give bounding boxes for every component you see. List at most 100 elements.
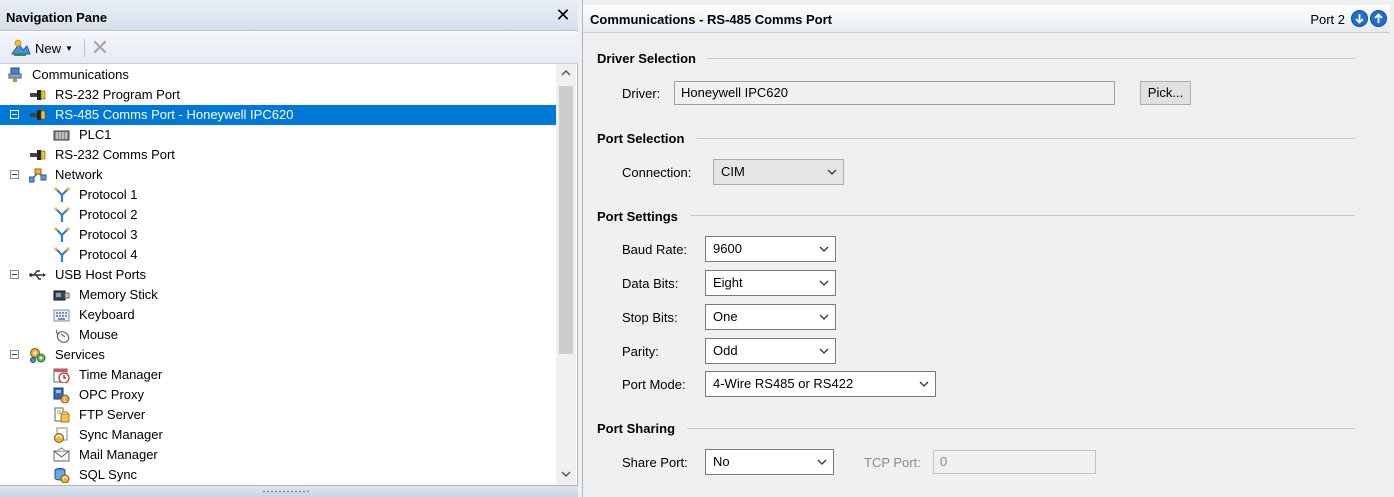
parity-label: Parity: bbox=[622, 344, 659, 359]
share-port-label: Share Port: bbox=[622, 455, 688, 470]
tree-item[interactable]: Protocol 3 bbox=[0, 225, 556, 245]
opc-proxy-icon: L bbox=[53, 387, 70, 403]
next-port-button[interactable] bbox=[1351, 10, 1368, 27]
tree-item-label: OPC Proxy bbox=[79, 387, 145, 402]
tree-item[interactable]: RS-485 Comms Port - Honeywell IPC620 bbox=[0, 105, 556, 125]
tree-item[interactable]: Time Manager bbox=[0, 365, 556, 385]
tcp-port-label: TCP Port: bbox=[864, 455, 921, 470]
tree-item-label: RS-232 Comms Port bbox=[55, 147, 175, 162]
connection-label: Connection: bbox=[622, 165, 692, 180]
keyboard-icon bbox=[53, 309, 70, 322]
scroll-down-icon[interactable] bbox=[556, 465, 576, 485]
pick-driver-button[interactable]: Pick... bbox=[1140, 81, 1191, 105]
tree-item[interactable]: Protocol 2 bbox=[0, 205, 556, 225]
chevron-down-icon bbox=[827, 169, 837, 175]
navigation-pane: Navigation Pane ✕ New ▼ ✕ Communications… bbox=[0, 0, 578, 497]
port-indicator: Port 2 bbox=[1310, 12, 1345, 27]
tree-item[interactable]: FTP Server bbox=[0, 405, 556, 425]
time-manager-icon bbox=[53, 368, 70, 383]
share-port-value: No bbox=[713, 454, 730, 469]
new-button-label: New bbox=[35, 40, 62, 56]
connection-select[interactable]: CIM bbox=[713, 159, 844, 185]
tree-item-label: FTP Server bbox=[79, 407, 146, 422]
chevron-down-icon bbox=[819, 348, 829, 354]
tree-item[interactable]: Protocol 4 bbox=[0, 245, 556, 265]
tree-scrollbar[interactable] bbox=[556, 64, 576, 485]
section-divider bbox=[690, 215, 1355, 216]
tree-item[interactable]: Keyboard bbox=[0, 305, 556, 325]
properties-header: Communications - RS-485 Comms Port Port … bbox=[583, 5, 1390, 33]
close-icon[interactable]: ✕ bbox=[555, 6, 571, 24]
stop-bits-value: One bbox=[713, 309, 738, 324]
network-icon bbox=[29, 168, 47, 183]
sql-sync-icon bbox=[54, 468, 70, 483]
protocol-icon bbox=[54, 187, 70, 202]
comms-icon bbox=[8, 67, 22, 82]
tree-item-label: RS-485 Comms Port - Honeywell IPC620 bbox=[55, 107, 294, 122]
navigation-tree: Communications RS-232 Program Port RS-485 … bbox=[0, 64, 556, 485]
baud-rate-value: 9600 bbox=[713, 241, 742, 256]
collapse-toggle-icon[interactable] bbox=[10, 110, 19, 119]
tree-item[interactable]: Mail Manager bbox=[0, 445, 556, 465]
serial-port-icon bbox=[30, 90, 46, 100]
data-bits-label: Data Bits: bbox=[622, 276, 679, 291]
dropdown-caret-icon: ▼ bbox=[65, 43, 73, 53]
new-item-icon bbox=[11, 39, 31, 56]
collapse-toggle-icon[interactable] bbox=[10, 350, 19, 359]
chevron-down-icon bbox=[819, 246, 829, 252]
baud-rate-label: Baud Rate: bbox=[622, 242, 688, 257]
driver-field[interactable]: Honeywell IPC620 bbox=[674, 81, 1115, 105]
data-bits-select[interactable]: Eight bbox=[705, 270, 836, 296]
arrow-up-icon bbox=[1374, 13, 1383, 23]
tree-item[interactable]: Protocol 1 bbox=[0, 185, 556, 205]
previous-port-button[interactable] bbox=[1370, 10, 1387, 27]
tree-item[interactable]: Services bbox=[0, 345, 556, 365]
tree-item[interactable]: Communications bbox=[0, 65, 556, 85]
chevron-down-icon bbox=[817, 459, 827, 465]
navigation-pane-title: Navigation Pane bbox=[6, 10, 108, 25]
tree-item[interactable]: PLC1 bbox=[0, 125, 556, 145]
tree-item[interactable]: Network bbox=[0, 165, 556, 185]
tree-item[interactable]: Sync Manager bbox=[0, 425, 556, 445]
new-button[interactable]: New ▼ bbox=[6, 37, 77, 59]
tree-item-label: Network bbox=[55, 167, 103, 182]
delete-icon[interactable]: ✕ bbox=[90, 37, 110, 59]
tree-item-label: PLC1 bbox=[79, 127, 112, 142]
scroll-up-icon[interactable] bbox=[556, 64, 576, 84]
data-bits-value: Eight bbox=[713, 275, 743, 290]
tree-item[interactable]: Memory Stick bbox=[0, 285, 556, 305]
protocol-icon bbox=[54, 227, 70, 242]
collapse-toggle-icon[interactable] bbox=[10, 170, 19, 179]
memory-stick-icon bbox=[53, 290, 70, 301]
section-title-driver-selection: Driver Selection bbox=[597, 51, 696, 66]
tree-item-label: Protocol 4 bbox=[79, 247, 138, 262]
mail-manager-icon bbox=[53, 447, 70, 462]
serial-port-icon bbox=[30, 150, 46, 160]
resize-grip-icon[interactable] bbox=[262, 490, 310, 493]
tree-item[interactable]: L OPC Proxy bbox=[0, 385, 556, 405]
parity-select[interactable]: Odd bbox=[705, 338, 836, 364]
port-mode-value: 4-Wire RS485 or RS422 bbox=[713, 376, 854, 391]
tree-item-label: Memory Stick bbox=[79, 287, 158, 302]
stop-bits-select[interactable]: One bbox=[705, 304, 836, 330]
properties-pane: Communications - RS-485 Comms Port Port … bbox=[582, 0, 1390, 497]
collapse-toggle-icon[interactable] bbox=[10, 270, 19, 279]
tcp-port-field[interactable]: 0 bbox=[933, 450, 1096, 474]
section-title-port-settings: Port Settings bbox=[597, 209, 678, 224]
tree-item[interactable]: Mouse bbox=[0, 325, 556, 345]
tree-item-label: Services bbox=[55, 347, 105, 362]
share-port-select[interactable]: No bbox=[705, 449, 834, 475]
tree-item-label: Sync Manager bbox=[79, 427, 163, 442]
tree-item-label: Protocol 3 bbox=[79, 227, 138, 242]
services-icon bbox=[30, 348, 46, 363]
tree-item[interactable]: SQL Sync bbox=[0, 465, 556, 485]
section-title-port-sharing: Port Sharing bbox=[597, 421, 676, 436]
tree-item[interactable]: RS-232 Program Port bbox=[0, 85, 556, 105]
port-mode-select[interactable]: 4-Wire RS485 or RS422 bbox=[705, 371, 936, 397]
navigation-pane-splitter[interactable] bbox=[0, 485, 578, 497]
tree-item[interactable]: RS-232 Comms Port bbox=[0, 145, 556, 165]
tree-item[interactable]: USB Host Ports bbox=[0, 265, 556, 285]
section-title-port-selection: Port Selection bbox=[597, 131, 685, 146]
scrollbar-thumb[interactable] bbox=[559, 86, 573, 354]
baud-rate-select[interactable]: 9600 bbox=[705, 236, 836, 262]
